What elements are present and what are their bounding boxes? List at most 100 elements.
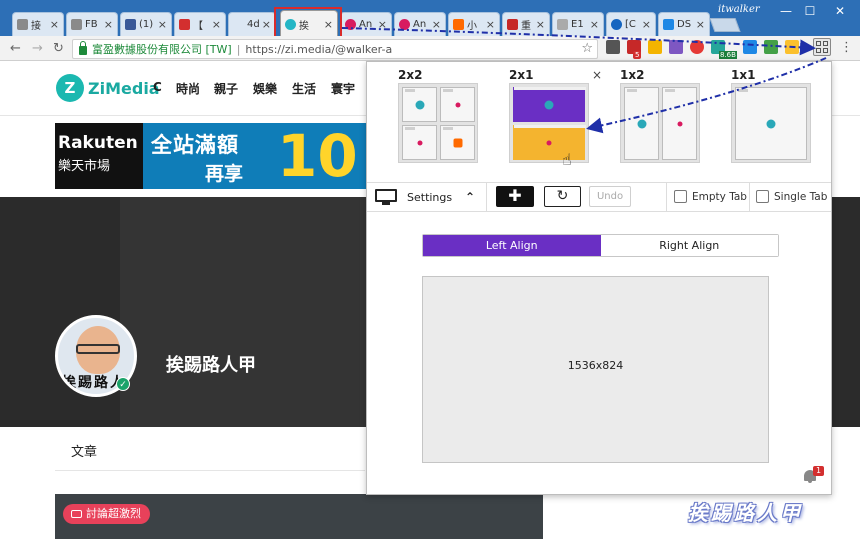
remove-layout-close-icon[interactable]: × [592,68,602,82]
tab-close-icon[interactable]: × [324,18,333,31]
mi-favicon-icon [453,138,462,147]
right-align-button[interactable]: Right Align [600,235,778,256]
close-window-icon[interactable]: ✕ [832,4,848,18]
forward-arrow-icon[interactable]: → [32,41,43,56]
ad-banner[interactable]: Rakuten 樂天市場 全站滿額 再享 10 [55,123,367,189]
reload-icon[interactable]: ↻ [53,41,64,56]
nav-item[interactable]: 親子 [214,80,238,97]
nav-item[interactable]: 寰宇 [331,80,355,97]
browser-tab[interactable]: 【 × [174,12,226,36]
nav-item[interactable]: 生活 [292,80,316,97]
maximize-icon[interactable]: ☐ [802,4,818,18]
tab-close-icon[interactable]: × [536,18,545,31]
bookmark-star-icon[interactable]: ☆ [581,41,593,56]
settings-button[interactable]: Settings [407,191,452,204]
tab-title: 小 [467,21,477,32]
site-favicon-icon [546,140,552,145]
tab-close-icon[interactable]: × [262,18,271,31]
tab-close-icon[interactable]: × [378,18,387,31]
layout-label-1x1: 1x1 [731,68,756,82]
new-tab-button[interactable] [709,18,741,32]
single-tab-label: Single Tab [774,190,828,203]
tab-close-icon[interactable]: × [50,18,59,31]
browser-tab[interactable]: 小 × [448,12,500,36]
profile-name-title: 挨踢路人甲 [166,355,256,376]
layout-option-2x1[interactable] [509,83,589,163]
tab-close-icon[interactable]: × [486,18,495,31]
browser-tab[interactable]: E1 × [552,12,604,36]
browser-tab[interactable]: 重 × [502,12,550,36]
divider [486,183,487,211]
browser-tab[interactable]: An × [340,12,392,36]
tab-close-icon[interactable]: × [212,18,221,31]
single-tab-option[interactable]: Single Tab [756,190,827,203]
site-favicon-icon [677,121,682,126]
tab-close-icon[interactable]: × [696,18,705,31]
minimize-icon[interactable]: — [778,4,794,18]
extension-icon[interactable] [743,40,757,54]
extension-icon[interactable] [669,40,683,54]
extension-icon[interactable] [764,40,778,54]
mini-window [440,125,475,160]
tab-close-icon[interactable]: × [158,18,167,31]
profile-name[interactable]: itwalker [718,4,760,15]
undo-button[interactable]: Undo [589,186,631,207]
browser-tab[interactable]: 接 × [12,12,64,36]
add-layout-button[interactable]: ✚ [496,186,534,207]
browser-tab[interactable]: An × [394,12,446,36]
left-align-button[interactable]: Left Align [423,235,601,256]
layout-option-1x1[interactable] [731,83,811,163]
address-bar[interactable]: 富盈數據股份有限公司 [TW] | https://zi.media/@walk… [72,39,598,59]
nav-item[interactable]: 娛樂 [253,80,277,97]
browser-tab[interactable]: DS × [658,12,710,36]
url-text[interactable]: https://zi.media/@walker-a [245,43,392,56]
tab-close-icon[interactable]: × [432,18,441,31]
tab-resizer-icon[interactable] [813,38,831,56]
screen-resolution: 1536x824 [567,359,624,372]
empty-tab-checkbox[interactable] [674,190,687,203]
hand-cursor-icon: ☝ [562,150,572,169]
tab-close-icon[interactable]: × [590,18,599,31]
collapse-chevron-icon[interactable]: ⌃ [459,187,481,207]
chrome-menu-icon[interactable]: ⋮ [840,40,853,55]
browser-tab-active[interactable]: 挨 × [280,10,338,37]
discuss-badge: 討論超激烈 [63,504,150,524]
lock-icon[interactable] [79,41,87,55]
layout-option-2x2[interactable] [398,83,478,163]
nav-item[interactable]: C [153,80,162,94]
reset-layouts-button[interactable]: ↻ [544,186,581,207]
extension-icon[interactable] [606,40,620,54]
tab-title: DS [677,19,692,30]
mini-window-left [624,87,659,160]
extension-icon[interactable] [690,40,704,54]
tab-favicon-icon [285,18,296,30]
screen-preview: 1536x824 [422,276,769,463]
watermark-text: 挨踢路人甲 [688,501,803,525]
article-card[interactable]: 討論超激烈 [55,494,543,539]
tab-title: E1 [571,19,584,30]
site-favicon-icon [455,102,460,107]
extension-icon[interactable] [785,40,799,54]
empty-tab-option[interactable]: Empty Tab [674,190,747,203]
mini-window-full [735,87,807,160]
browser-tab[interactable]: 4d × [228,12,276,36]
extension-icon[interactable] [648,40,662,54]
tab-close-icon[interactable]: × [642,18,651,31]
site-logo[interactable]: Z ZiMedia [56,74,160,102]
avatar-glasses [76,344,120,354]
browser-tab[interactable]: (1) × [120,12,172,36]
tab-title: (1) [139,19,154,30]
url-separator: | [236,42,241,56]
tab-articles[interactable]: 文章 [55,427,365,471]
tab-close-icon[interactable]: × [104,18,113,31]
browser-tab[interactable]: FB × [66,12,118,36]
zimedia-favicon-icon [415,100,424,109]
browser-tab[interactable]: [C × [606,12,656,36]
layout-label-1x2: 1x2 [620,68,645,82]
single-tab-checkbox[interactable] [756,190,769,203]
back-arrow-icon[interactable]: ← [10,41,21,56]
zimedia-favicon-icon [637,119,646,128]
logo-text: ZiMedia [88,78,160,98]
nav-item[interactable]: 時尚 [176,80,200,97]
layout-option-1x2[interactable] [620,83,700,163]
